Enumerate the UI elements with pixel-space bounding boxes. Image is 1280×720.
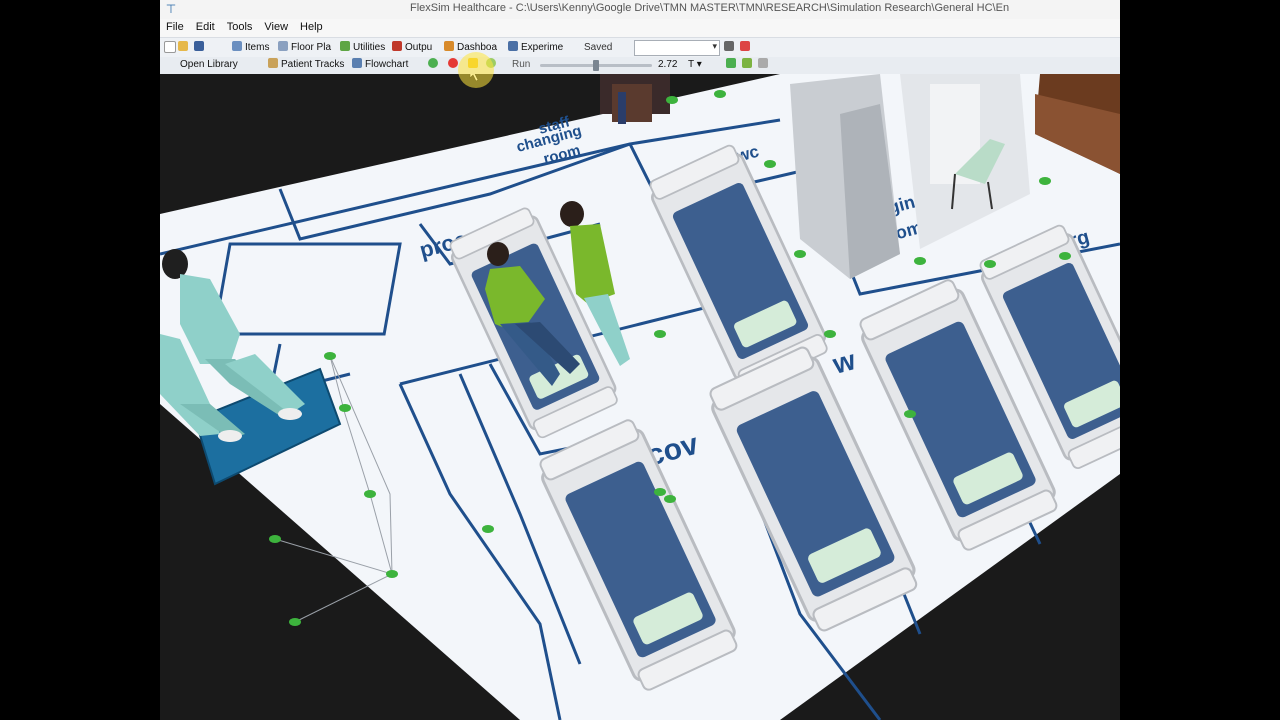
waypoint-marker[interactable]: [324, 352, 336, 360]
window-title: FlexSim Healthcare - C:\Users\Kenny\Goog…: [410, 2, 1010, 14]
items-button[interactable]: Items: [232, 41, 269, 55]
utilities-label: Utilities: [353, 42, 386, 53]
time-format-icon[interactable]: T ▾: [688, 58, 702, 72]
3d-model-view[interactable]: staff changing room wc processing room g…: [160, 74, 1120, 720]
flexsim-window: ⊤ FlexSim Healthcare - C:\Users\Kenny\Go…: [160, 0, 1120, 720]
utilities-icon: [340, 41, 350, 51]
output-icon: [392, 41, 402, 51]
patient-tracks-button[interactable]: Patient Tracks: [268, 58, 344, 72]
chevron-down-icon: ▾: [712, 41, 717, 51]
model-settings-icon[interactable]: [724, 41, 737, 55]
experimenter-icon: [508, 41, 518, 51]
menu-tools[interactable]: Tools: [221, 19, 259, 35]
waypoint-marker[interactable]: [904, 410, 916, 418]
waypoint-marker[interactable]: [289, 618, 301, 626]
saved-status: Saved: [584, 42, 613, 53]
waypoint-marker[interactable]: [764, 160, 776, 168]
floor-plan-button[interactable]: Floor Pla: [278, 41, 331, 55]
waypoint-marker[interactable]: [482, 525, 494, 533]
waypoint-marker[interactable]: [386, 570, 398, 578]
flexsim-logo-icon: ⊤: [165, 2, 177, 16]
waypoint-marker[interactable]: [664, 495, 676, 503]
waypoint-marker[interactable]: [364, 490, 376, 498]
output-button[interactable]: Outpu: [392, 41, 432, 55]
menu-help[interactable]: Help: [294, 19, 329, 35]
view-options-icon[interactable]: [726, 58, 739, 72]
waypoint-marker[interactable]: [339, 404, 351, 412]
menu-view[interactable]: View: [258, 19, 294, 35]
flowchart-label: Flowchart: [365, 59, 409, 70]
run-speed-slider[interactable]: [540, 60, 652, 71]
flowchart-button[interactable]: Flowchart: [352, 58, 408, 72]
tools-icon[interactable]: [740, 41, 753, 55]
menu-file[interactable]: File: [160, 19, 190, 35]
cursor-highlight: [458, 52, 494, 88]
waypoint-marker[interactable]: [666, 96, 678, 104]
waypoint-marker[interactable]: [654, 330, 666, 338]
snap-icon[interactable]: [758, 58, 771, 72]
floor-plan-label: Floor Pla: [291, 42, 332, 53]
waypoint-marker[interactable]: [269, 535, 281, 543]
new-file-icon[interactable]: [164, 41, 179, 55]
grid-icon[interactable]: [742, 58, 755, 72]
reset-icon[interactable]: [428, 58, 441, 72]
items-icon: [232, 41, 242, 51]
experimenter-label: Experime: [521, 42, 564, 53]
output-label: Outpu: [405, 42, 433, 53]
patient-tracks-icon: [268, 58, 278, 68]
floor-plan-icon: [278, 41, 288, 51]
menu-edit[interactable]: Edit: [190, 19, 221, 35]
run-speed-value: 2.72: [658, 59, 678, 70]
view-select[interactable]: ▾: [634, 40, 720, 56]
run-toolbar: Open Library Patient Tracks Flowchart Ru…: [160, 57, 1120, 75]
run-label: Run: [512, 59, 531, 70]
main-toolbar: Items Floor Pla Utilities Outpu Dashboa …: [160, 37, 1120, 59]
flowchart-icon: [352, 58, 362, 68]
waypoint-marker[interactable]: [714, 90, 726, 98]
dashboard-icon: [444, 41, 454, 51]
waypoint-marker[interactable]: [1059, 252, 1071, 260]
utilities-button[interactable]: Utilities: [340, 41, 385, 55]
waypoint-marker[interactable]: [1039, 177, 1051, 185]
waypoint-marker[interactable]: [984, 260, 996, 268]
open-folder-icon[interactable]: [178, 41, 191, 55]
waypoint-marker[interactable]: [824, 330, 836, 338]
open-library-button[interactable]: Open Library: [180, 58, 238, 72]
experimenter-button[interactable]: Experime: [508, 41, 563, 55]
waypoint-marker[interactable]: [794, 250, 806, 258]
waypoint-marker[interactable]: [914, 257, 926, 265]
menu-bar: File Edit Tools View Help: [160, 19, 1120, 37]
save-icon[interactable]: [194, 41, 207, 55]
waypoint-marker[interactable]: [654, 488, 666, 496]
run-speed-thumb[interactable]: [593, 60, 599, 71]
title-bar: ⊤ FlexSim Healthcare - C:\Users\Kenny\Go…: [160, 0, 1120, 20]
patient-tracks-label: Patient Tracks: [281, 59, 345, 70]
items-label: Items: [245, 42, 270, 53]
